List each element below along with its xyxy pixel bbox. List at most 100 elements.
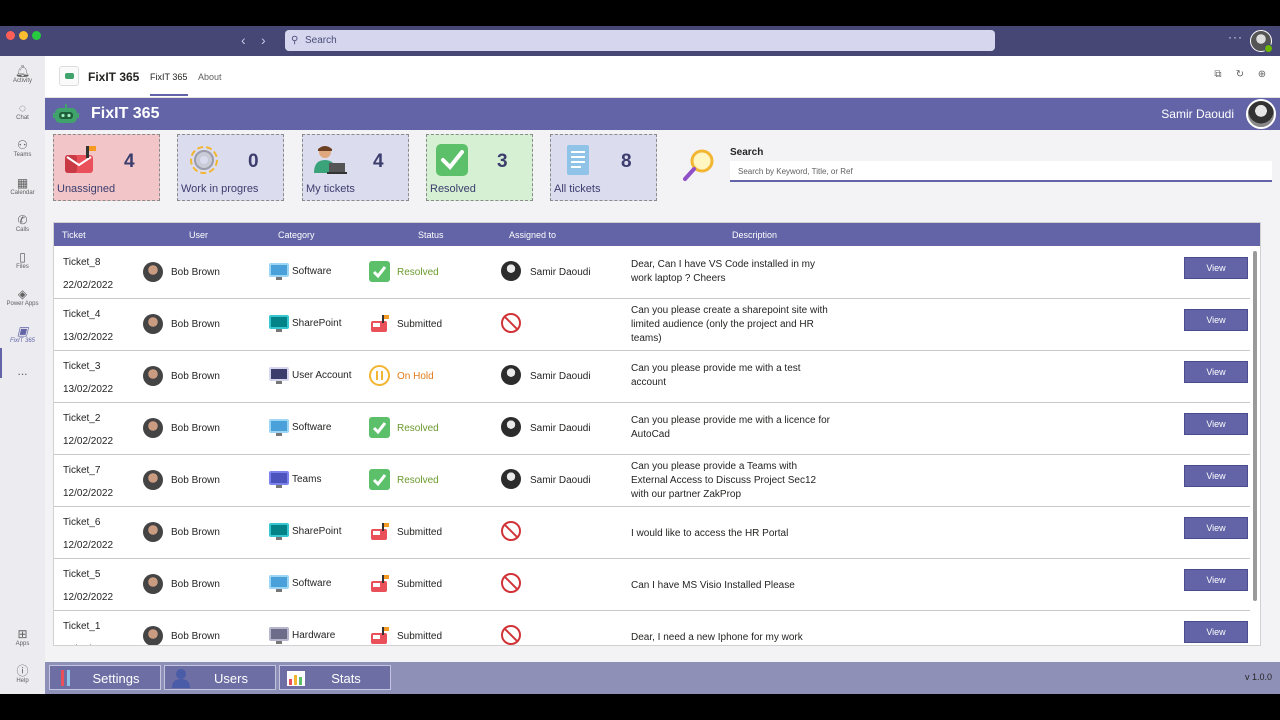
current-user-avatar (1246, 99, 1276, 129)
ticket-description: Dear, I need a new Iphone for my work (631, 632, 803, 643)
view-ticket-button[interactable]: View (1184, 257, 1248, 279)
table-row: Ticket_8 22/02/2022 Bob Brown Software Resol… (54, 247, 1250, 299)
popout-icon[interactable]: ⧉ (1212, 69, 1224, 81)
refresh-icon[interactable]: ↻ (1234, 69, 1246, 81)
zoom-window-button[interactable] (32, 31, 41, 40)
close-window-button[interactable] (6, 31, 15, 40)
stats-button[interactable]: Stats (279, 665, 391, 690)
category-name: Software (292, 422, 332, 433)
forward-arrow-icon[interactable]: › (261, 32, 266, 48)
more-icon: ... (17, 364, 28, 378)
assignee-name: Samir Daoudi (530, 423, 591, 434)
tile-unassigned[interactable]: 4 Unassigned (53, 134, 160, 201)
file-icon: ▯ (19, 250, 26, 264)
category-icon (269, 471, 289, 488)
assignee-name: Samir Daoudi (530, 267, 591, 278)
assignee-avatar (501, 417, 521, 437)
header-category: Category (278, 230, 315, 240)
rail-item-fixit[interactable]: ▣ FixIT 365 (0, 324, 45, 344)
globe-icon[interactable]: ⊕ (1256, 69, 1268, 81)
unassigned-icon (501, 573, 521, 593)
tab-fixit[interactable]: FixIT 365 (150, 72, 187, 82)
ticket-id: Ticket_4 (63, 309, 101, 320)
status-text: Resolved (397, 475, 439, 486)
phone-icon: ✆ (17, 213, 28, 227)
table-row: Ticket_5 12/02/2022 Bob Brown Software Submi… (54, 559, 1250, 611)
rail-label: Apps (15, 641, 30, 647)
user-name: Bob Brown (171, 319, 220, 330)
help-icon: ⓘ (16, 664, 29, 678)
resolved-check-icon (369, 417, 390, 438)
status-text: Submitted (397, 319, 443, 330)
ticket-description: Can I have MS Visio Installed Please (631, 580, 795, 591)
rail-item-calendar[interactable]: ▦ Calendar (0, 176, 45, 196)
rail-item-apps[interactable]: ⊞ Apps (0, 627, 45, 647)
tile-label: Unassigned (57, 183, 116, 195)
active-tab-underline (150, 94, 188, 96)
powerapps-icon: ◈ (17, 287, 28, 301)
version-label: v 1.0.0 (1244, 672, 1272, 682)
ticket-id: Ticket_5 (63, 569, 101, 580)
profile-avatar[interactable] (1250, 30, 1273, 53)
rail-item-help[interactable]: ⓘ Help (0, 664, 45, 684)
table-scrollbar[interactable] (1253, 251, 1257, 601)
category-icon (269, 367, 289, 384)
resolved-check-icon (369, 261, 390, 282)
ticket-id: Ticket_1 (63, 621, 101, 632)
rail-item-chat[interactable]: ◌ Chat (0, 101, 45, 121)
table-row: Ticket_4 13/02/2022 Bob Brown SharePoint Sub… (54, 299, 1250, 351)
ticket-id: Ticket_3 (63, 361, 101, 372)
robot-icon (53, 104, 79, 123)
rail-item-more[interactable]: ... (0, 364, 45, 378)
ticket-search-placeholder: Search by Keyword, Title, or Ref (738, 167, 853, 176)
ticket-search-input[interactable]: Search by Keyword, Title, or Ref (730, 161, 1272, 182)
tile-my-tickets[interactable]: 4 My tickets (302, 134, 409, 201)
back-arrow-icon[interactable]: ‹ (241, 32, 246, 48)
user-avatar (143, 522, 163, 542)
settings-button[interactable]: Settings (49, 665, 161, 690)
ticket-description: Can you please create a sharepoint site … (631, 305, 828, 344)
rail-item-calls[interactable]: ✆ Calls (0, 213, 45, 233)
view-ticket-button[interactable]: View (1184, 413, 1248, 435)
tab-about[interactable]: About (198, 72, 222, 82)
tile-work-in-progress[interactable]: 0 Work in progres (177, 134, 284, 201)
rail-item-teams[interactable]: ⚇ Teams (0, 138, 45, 158)
view-ticket-button[interactable]: View (1184, 621, 1248, 643)
tile-label: Work in progres (181, 183, 259, 195)
magnifier-icon (683, 149, 714, 181)
mailbox-icon (65, 146, 96, 173)
teams-icon: ⚇ (17, 138, 28, 152)
ticket-description: Can you please provide a Teams with Exte… (631, 461, 817, 500)
user-laptop-icon (314, 146, 347, 174)
more-options-icon[interactable]: ··· (1228, 30, 1243, 44)
ticket-date: 12/02/2022 (63, 592, 114, 603)
category-name: User Account (292, 370, 352, 381)
ticket-date: 12/02/2022 (63, 644, 113, 645)
view-ticket-button[interactable]: View (1184, 517, 1248, 539)
ticket-description: Can you please provide me with a licence… (631, 415, 830, 440)
user-name: Bob Brown (171, 267, 220, 278)
minimize-window-button[interactable] (19, 31, 28, 40)
view-ticket-button[interactable]: View (1184, 569, 1248, 591)
ticket-id: Ticket_6 (63, 517, 101, 528)
ticket-id: Ticket_8 (63, 257, 101, 268)
teams-window: ‹ › ⚲ Search ··· 🔔︎ Activity ◌ Chat ⚇ Te… (0, 26, 1280, 694)
rail-item-power-apps[interactable]: ◈ Power Apps (0, 287, 45, 307)
tile-all-tickets[interactable]: 8 All tickets (550, 134, 657, 201)
assignee-avatar (501, 261, 521, 281)
global-search-input[interactable]: ⚲ Search (285, 30, 995, 51)
view-ticket-button[interactable]: View (1184, 309, 1248, 331)
tile-resolved[interactable]: 3 Resolved (426, 134, 533, 201)
view-ticket-button[interactable]: View (1184, 361, 1248, 383)
unassigned-icon (501, 625, 521, 645)
rail-item-activity[interactable]: 🔔︎ Activity (0, 64, 45, 84)
bottom-bar: Settings Users Stats v 1.0.0 (45, 662, 1280, 694)
view-ticket-button[interactable]: View (1184, 465, 1248, 487)
rail-item-files[interactable]: ▯ Files (0, 250, 45, 270)
users-button[interactable]: Users (164, 665, 276, 690)
table-row: Ticket_3 13/02/2022 Bob Brown User Account O… (54, 351, 1250, 403)
tile-count: 3 (497, 151, 508, 172)
ticket-date: 13/02/2022 (63, 384, 114, 395)
status-text: On Hold (397, 371, 434, 382)
ticket-description: Can you please provide me with a test ac… (631, 363, 801, 388)
